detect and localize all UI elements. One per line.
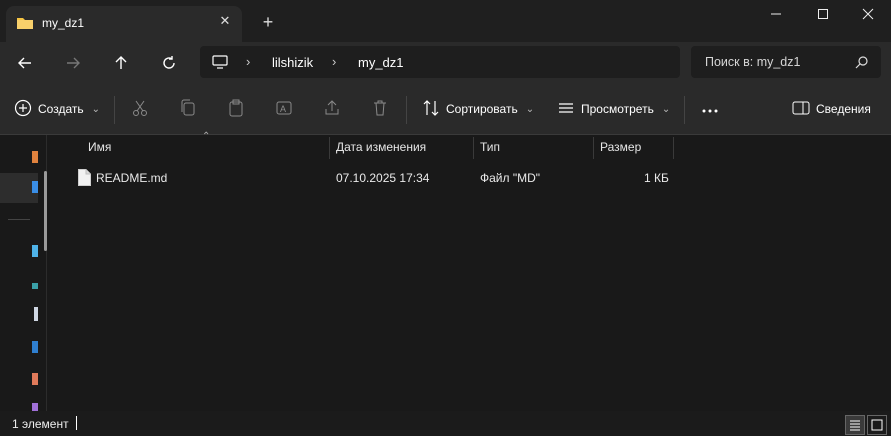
column-header-modified[interactable]: Дата изменения: [328, 135, 466, 159]
search-icon: [855, 55, 869, 72]
nav-item[interactable]: [32, 373, 38, 385]
refresh-icon[interactable]: [156, 50, 182, 76]
file-row[interactable]: README.md 07.10.2025 17:34 Файл "MD" 1 К…: [70, 166, 680, 190]
plus-icon[interactable]: +: [258, 12, 278, 32]
computer-icon: [212, 54, 228, 73]
nav-item[interactable]: [32, 403, 38, 411]
search-input[interactable]: Поиск в: my_dz1: [691, 46, 881, 78]
sort-button[interactable]: Сортировать ⌄: [422, 96, 534, 122]
file-type: Файл "MD": [480, 171, 541, 185]
text-cursor: [76, 416, 77, 430]
column-headers: ⌃ Имя Дата изменения Тип Размер: [56, 131, 891, 161]
maximize-icon[interactable]: [800, 0, 846, 28]
nav-item-selected[interactable]: [0, 173, 38, 203]
share-icon[interactable]: [323, 99, 341, 117]
create-button[interactable]: Создать ⌄: [14, 96, 100, 122]
nav-item[interactable]: [32, 341, 38, 353]
divider: [114, 96, 115, 124]
copy-icon[interactable]: [179, 99, 197, 117]
chevron-down-icon: ⌄: [661, 103, 671, 115]
folder-icon: [16, 16, 34, 30]
navigation-bar: › lilshizik › my_dz1 Поиск в: my_dz1: [0, 42, 891, 84]
tab-my-dz1[interactable]: my_dz1 ✕: [6, 6, 242, 42]
view-button[interactable]: Просмотреть ⌄: [557, 96, 670, 122]
create-label: Создать: [38, 102, 84, 116]
sort-label: Сортировать: [446, 102, 518, 116]
rename-icon[interactable]: A: [275, 99, 293, 117]
column-header-name[interactable]: Имя: [80, 135, 328, 159]
nav-item[interactable]: [32, 283, 38, 289]
forward-icon[interactable]: [60, 50, 86, 76]
title-bar: my_dz1 ✕ +: [0, 0, 891, 42]
up-icon[interactable]: [108, 50, 134, 76]
view-label: Просмотреть: [581, 102, 654, 116]
chevron-right-icon[interactable]: ›: [332, 54, 336, 69]
tab-title: my_dz1: [42, 16, 85, 30]
cut-icon[interactable]: [131, 99, 149, 117]
close-icon[interactable]: ✕: [218, 14, 232, 28]
close-window-icon[interactable]: [845, 0, 891, 28]
file-name: README.md: [96, 171, 168, 185]
file-size: 1 КБ: [644, 171, 669, 185]
file-modified: 07.10.2025 17:34: [336, 171, 430, 185]
navigation-pane[interactable]: [0, 135, 47, 411]
column-header-size[interactable]: Размер: [592, 135, 670, 159]
file-icon: [78, 169, 91, 189]
divider: [684, 96, 685, 124]
nav-item[interactable]: [34, 307, 38, 321]
status-bar: 1 элемент: [0, 411, 891, 436]
item-count: 1 элемент: [12, 417, 69, 431]
divider: [8, 219, 30, 220]
svg-text:A: A: [280, 104, 286, 114]
chevron-down-icon: ⌄: [525, 103, 535, 115]
column-header-type[interactable]: Тип: [472, 135, 590, 159]
details-button[interactable]: Сведения: [792, 96, 871, 122]
search-placeholder: Поиск в: my_dz1: [705, 55, 801, 69]
minimize-icon[interactable]: [753, 0, 799, 28]
nav-item[interactable]: [32, 245, 38, 257]
delete-icon[interactable]: [371, 99, 389, 117]
chevron-right-icon[interactable]: ›: [246, 54, 250, 69]
view-icon: [557, 99, 575, 120]
chevron-down-icon: ⌄: [91, 103, 100, 115]
divider: [406, 96, 407, 124]
command-bar: Создать ⌄ A Сортировать ⌄ Просмотреть ⌄: [0, 84, 891, 135]
sort-icon: [422, 99, 440, 120]
details-icon: [792, 99, 810, 120]
tiles-view-icon[interactable]: [867, 415, 887, 435]
divider: [673, 137, 674, 159]
nav-item[interactable]: [32, 151, 38, 163]
paste-icon[interactable]: [227, 99, 245, 117]
more-icon[interactable]: [700, 98, 720, 124]
breadcrumb-lilshizik[interactable]: lilshizik: [272, 55, 313, 70]
back-icon[interactable]: [12, 50, 38, 76]
address-bar[interactable]: › lilshizik › my_dz1: [200, 46, 680, 78]
details-label: Сведения: [816, 102, 871, 116]
create-icon: [14, 99, 32, 120]
details-view-icon[interactable]: [845, 415, 865, 435]
breadcrumb-my-dz1[interactable]: my_dz1: [358, 55, 404, 70]
scrollbar[interactable]: [44, 171, 47, 251]
